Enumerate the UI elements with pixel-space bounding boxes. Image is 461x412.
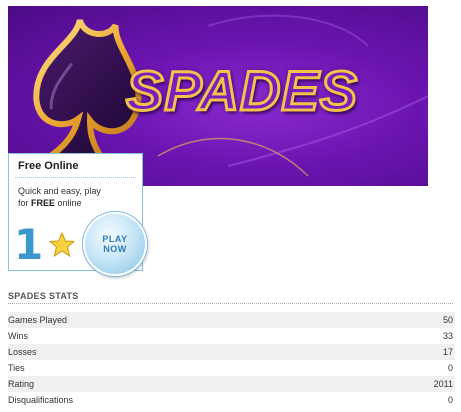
stats-heading: SPADES STATS bbox=[8, 291, 79, 301]
stat-value: 17 bbox=[442, 347, 453, 357]
stat-row-rating: Rating 2011 bbox=[8, 376, 455, 392]
play-now-label-line2: NOW bbox=[103, 244, 127, 254]
stat-value: 33 bbox=[442, 331, 453, 341]
stat-row-games-played: Games Played 50 bbox=[8, 312, 455, 328]
stat-label: Rating bbox=[8, 379, 35, 389]
stat-label: Ties bbox=[8, 363, 25, 373]
game-title: SPADES bbox=[124, 58, 359, 124]
stat-value: 2011 bbox=[433, 379, 453, 389]
stat-value: 0 bbox=[447, 395, 453, 405]
promo-desc-line1: Quick and easy, play bbox=[18, 186, 101, 196]
stats-table: Games Played 50 Wins 33 Losses 17 Ties 0… bbox=[8, 312, 455, 408]
promo-title: Free Online bbox=[18, 160, 79, 172]
stat-row-ties: Ties 0 bbox=[8, 360, 455, 376]
promo-description: Quick and easy, play for FREE online bbox=[18, 185, 138, 209]
stats-divider bbox=[8, 303, 453, 304]
stat-row-wins: Wins 33 bbox=[8, 328, 455, 344]
promo-number: 1 bbox=[14, 220, 44, 269]
stat-value: 50 bbox=[442, 315, 453, 325]
promo-desc-line2-start: for bbox=[18, 198, 32, 208]
stat-label: Disqualifications bbox=[8, 395, 74, 405]
stat-row-disqualifications: Disqualifications 0 bbox=[8, 392, 455, 408]
stat-label: Wins bbox=[8, 331, 28, 341]
stat-label: Losses bbox=[8, 347, 37, 357]
stat-label: Games Played bbox=[8, 315, 68, 325]
play-now-label-line1: PLAY bbox=[102, 234, 128, 244]
free-online-promo: Free Online Quick and easy, play for FRE… bbox=[8, 153, 147, 276]
stat-row-losses: Losses 17 bbox=[8, 344, 455, 360]
stat-value: 0 bbox=[447, 363, 453, 373]
promo-desc-free: FREE bbox=[31, 198, 56, 208]
promo-desc-line2-end: online bbox=[55, 198, 82, 208]
star-icon bbox=[49, 232, 75, 258]
play-now-button[interactable]: PLAY NOW bbox=[83, 212, 147, 276]
promo-divider bbox=[15, 177, 136, 178]
